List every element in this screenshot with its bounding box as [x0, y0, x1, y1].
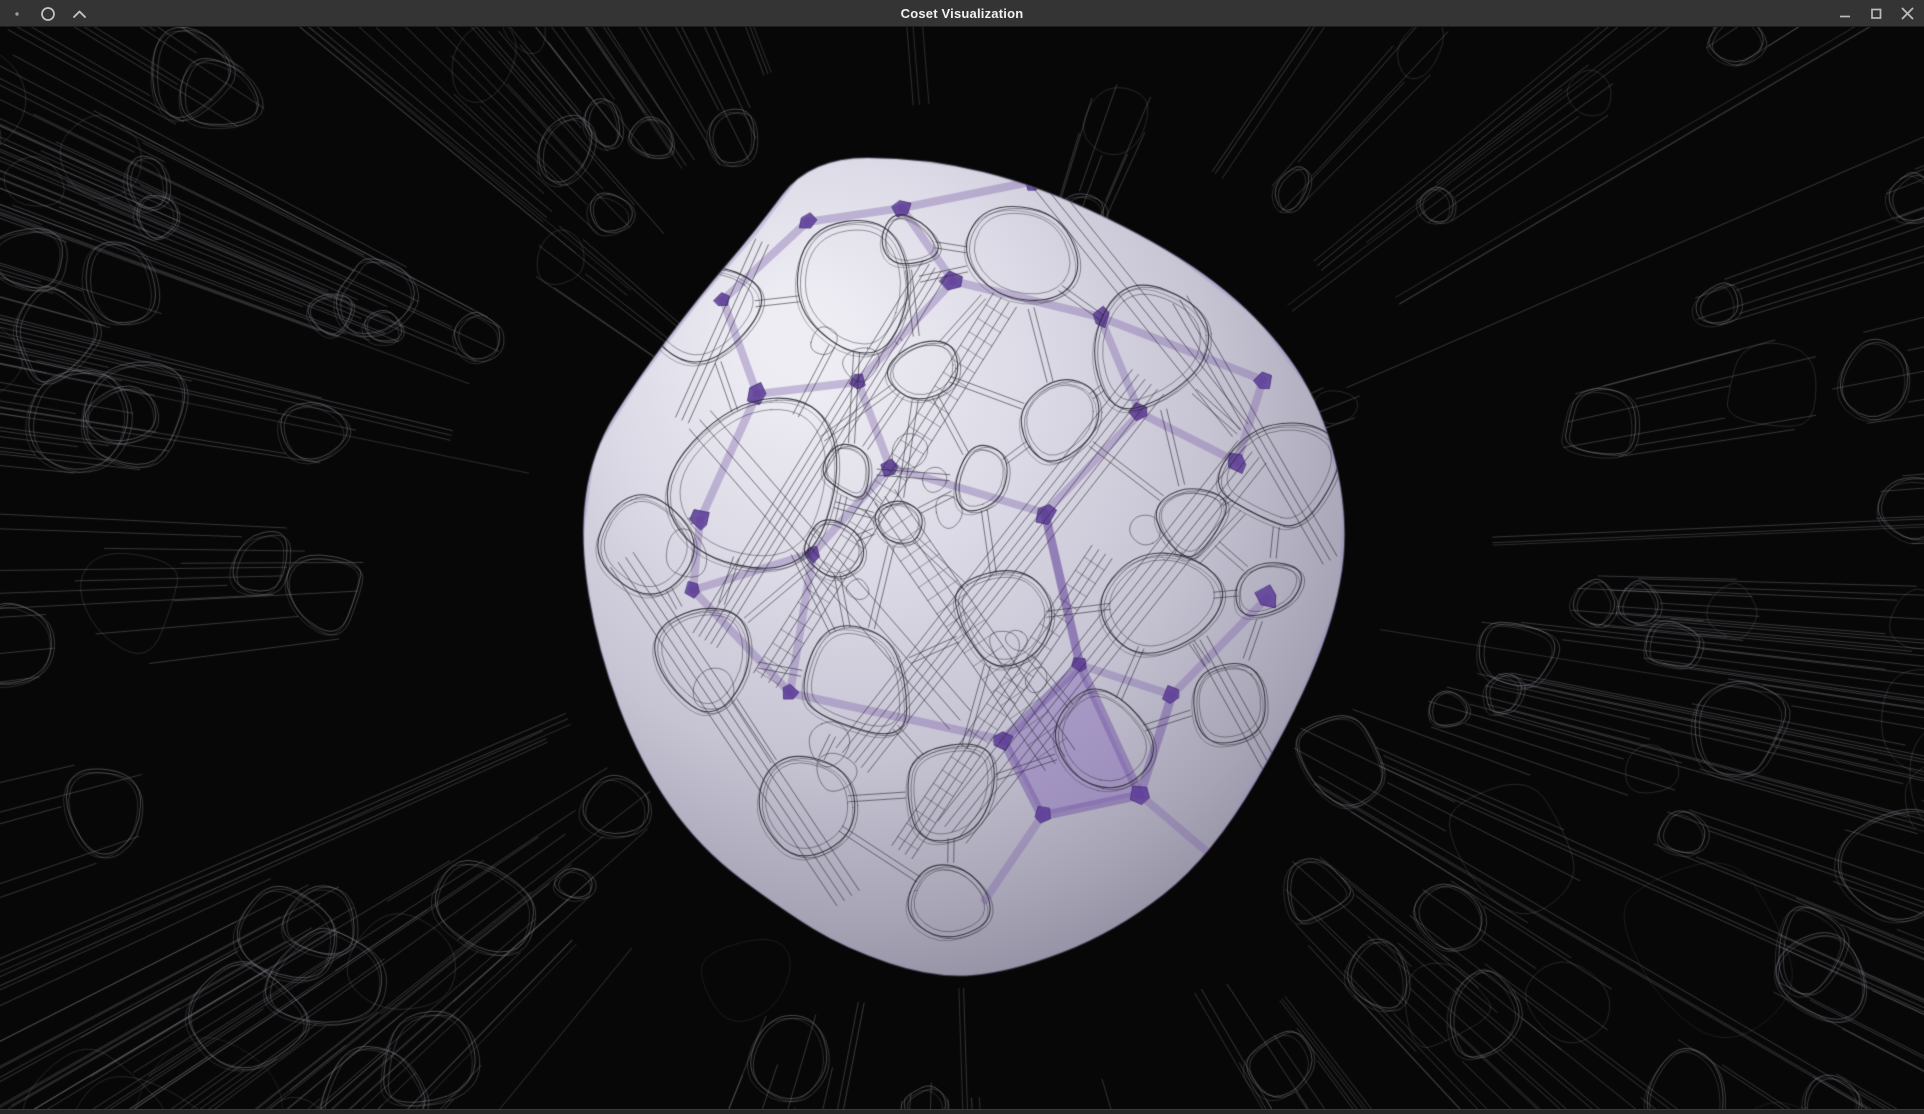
app-window: Coset Visualization: [0, 0, 1924, 1114]
minimize-button[interactable]: [1836, 5, 1854, 23]
window-bottom-border: [0, 1109, 1924, 1114]
maximize-button[interactable]: [1867, 5, 1885, 23]
coset-visualization-viewport[interactable]: [0, 27, 1924, 1109]
close-button[interactable]: [1898, 5, 1916, 23]
titlebar: Coset Visualization: [0, 0, 1924, 27]
window-title: Coset Visualization: [0, 0, 1924, 27]
titlebar-controls: [1836, 0, 1916, 27]
